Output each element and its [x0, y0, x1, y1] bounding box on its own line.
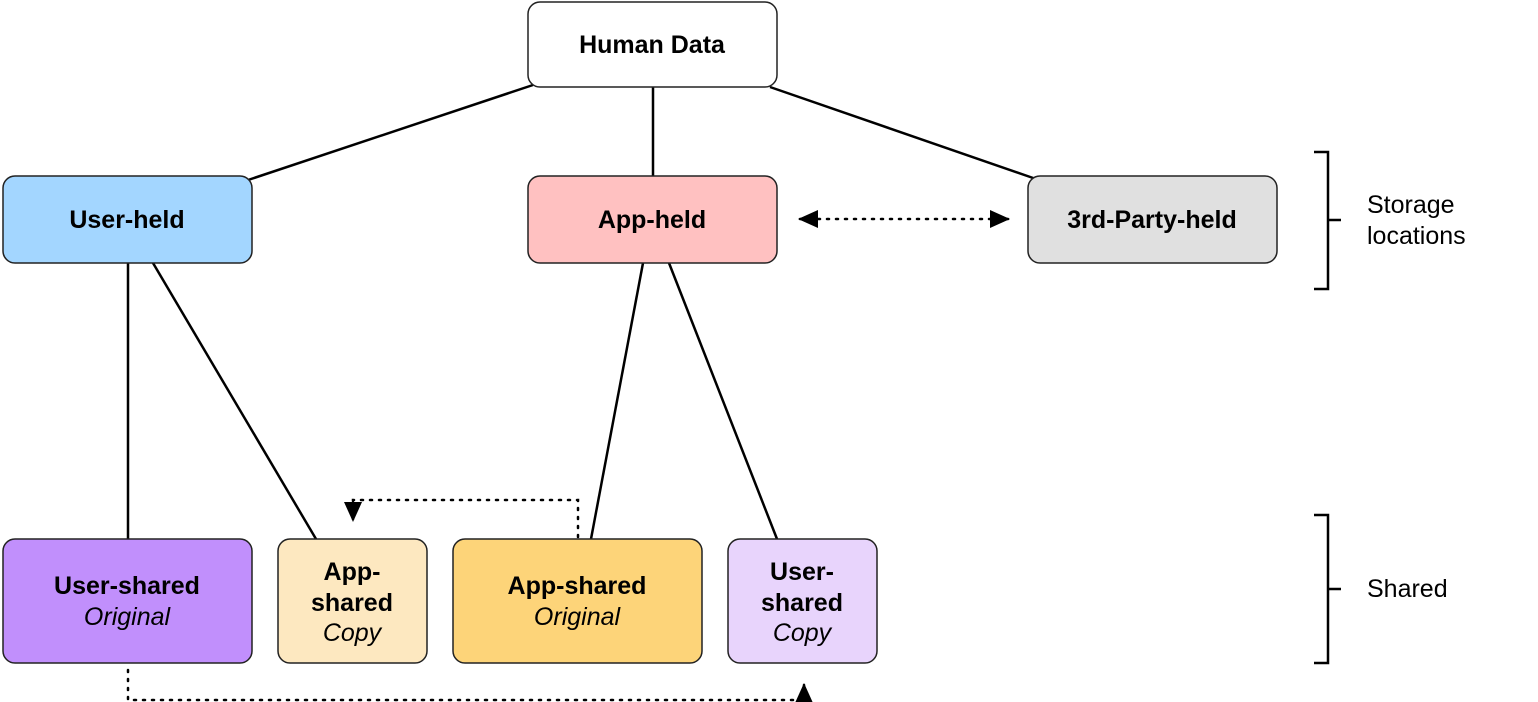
bracket-storage — [1314, 150, 1341, 291]
node-user-shared-original-box — [2, 538, 253, 664]
dotted-arrow-user-original-to-user-copy — [126, 668, 813, 702]
node-app-shared-copy-title-2: shared — [311, 589, 393, 617]
node-app-shared-original-title: App-shared — [508, 572, 647, 600]
node-human-data-label: Human Data — [579, 31, 726, 59]
edge-app-held-user-shared-copy — [667, 262, 779, 540]
edge-human-user-held — [247, 83, 534, 182]
node-app-shared-copy: App- shared Copy — [277, 538, 428, 664]
node-user-held: User-held — [2, 175, 253, 264]
group-storage-label-2: locations — [1367, 222, 1466, 250]
node-app-held: App-held — [527, 175, 778, 264]
node-user-shared-copy-subtitle: Copy — [773, 619, 833, 647]
edge-human-third-party — [769, 85, 1037, 181]
node-user-shared-original-title: User-shared — [54, 572, 200, 600]
node-app-shared-original-box — [452, 538, 703, 664]
bracket-shared — [1314, 513, 1341, 665]
node-app-shared-copy-title-1: App- — [324, 558, 381, 586]
node-user-shared-copy-title-1: User- — [770, 558, 834, 586]
human-data-diagram: Human Data User-held App-held 3rd-Party-… — [2, 1, 1466, 702]
node-user-shared-copy-title-2: shared — [761, 589, 843, 617]
node-third-party-held: 3rd-Party-held — [1027, 175, 1278, 264]
node-app-shared-original: App-shared Original — [452, 538, 703, 664]
edge-user-held-app-shared-copy — [151, 262, 318, 540]
node-app-shared-original-subtitle: Original — [534, 603, 622, 631]
group-shared-label: Shared — [1367, 575, 1448, 603]
group-storage-label-1: Storage — [1367, 191, 1455, 219]
node-third-party-held-label: 3rd-Party-held — [1067, 206, 1236, 234]
node-user-shared-original-subtitle: Original — [84, 603, 172, 631]
dotted-arrow-app-original-to-app-copy — [344, 498, 580, 539]
node-app-held-label: App-held — [598, 206, 706, 234]
node-user-held-label: User-held — [69, 206, 184, 234]
node-user-shared-copy: User- shared Copy — [727, 538, 878, 664]
group-storage-locations: Storage locations — [1314, 150, 1466, 291]
node-app-shared-copy-subtitle: Copy — [323, 619, 383, 647]
edge-app-held-app-shared-original — [589, 262, 645, 540]
group-shared: Shared — [1314, 513, 1448, 665]
node-user-shared-original: User-shared Original — [2, 538, 253, 664]
node-human-data: Human Data — [527, 1, 778, 88]
